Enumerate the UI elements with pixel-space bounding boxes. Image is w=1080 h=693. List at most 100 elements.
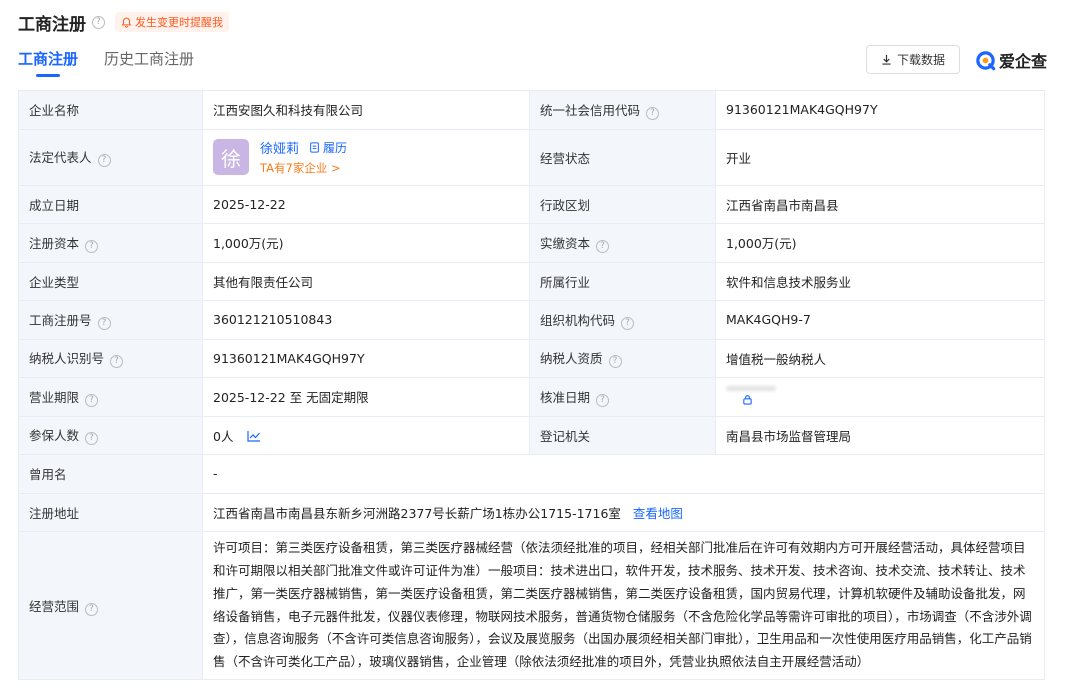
resume-label: 履历 [323,141,348,155]
logo-text: 爱企查 [999,52,1048,71]
approval-value-locked[interactable] [715,377,1045,417]
taxpayer-id-value: 91360121MAK4GQH97Y [202,338,530,378]
help-icon[interactable]: ? [85,602,99,616]
aiqicha-logo-icon [976,50,996,70]
document-icon [310,142,319,153]
section-title: 工商注册 [18,14,86,35]
help-icon[interactable]: ? [97,154,111,167]
approval-label-cell: 核准日期? [529,377,716,417]
aiqicha-logo: 爱企查 [975,48,1047,72]
paid-capital-label-cell: 实缴资本? [529,223,716,263]
founded-label: 成立日期 [18,184,203,224]
org-code-value: MAK4GQH9-7 [715,300,1045,340]
legal-rep-info: 徐娅莉 履历 TA有7家企业 > [260,138,347,176]
section-header: 工商注册 ? 发生变更时提醒我 [18,8,229,36]
help-icon[interactable]: ? [646,106,660,120]
insured-value: 0人 [213,428,234,444]
rep-companies-link[interactable]: TA有7家企业 > [260,160,347,176]
download-label: 下载数据 [896,53,945,67]
tab-history-registration[interactable]: 历史工商注册 [104,48,194,77]
avatar[interactable]: 徐 [213,139,249,175]
table-row: 注册资本? 1,000万(元) 实缴资本? 1,000万(元) [18,223,1045,263]
change-alert-label: 发生变更时提醒我 [135,16,223,29]
industry-label: 所属行业 [529,261,716,301]
resume-link[interactable]: 履历 [309,139,347,156]
legal-rep-name-row: 徐娅莉 履历 [260,138,347,157]
legal-rep-name-link[interactable]: 徐娅莉 [260,138,299,157]
industry-value: 软件和信息技术服务业 [715,261,1045,301]
taxpayer-id-label: 纳税人识别号 [29,351,105,367]
legal-rep-label-cell: 法定代表人? [18,128,203,186]
region-label: 行政区划 [529,184,716,224]
table-row: 经营范围? 许可项目：第三类医疗设备租赁，第三类医疗器械经营（依法须经批准的项目… [18,531,1045,680]
insured-label-cell: 参保人数? [18,415,203,455]
trend-chart-icon[interactable] [247,430,261,445]
tab-business-registration[interactable]: 工商注册 [18,48,78,77]
taxpayer-type-label: 纳税人资质 [540,351,603,367]
table-row: 曾用名 - [18,454,1045,494]
help-icon[interactable]: ? [85,239,99,253]
help-icon[interactable]: ? [596,393,610,407]
legal-rep: 徐 徐娅莉 履历 TA有7家企业 > [213,138,519,176]
help-icon[interactable]: ? [608,355,622,369]
org-code-label: 组织机构代码 [540,312,616,328]
scope-value: 许可项目：第三类医疗设备租赁，第三类医疗器械经营（依法须经批准的项目，经相关部门… [202,531,1045,680]
address-cell: 江西省南昌市南昌县东新乡河洲路2377号长薪广场1栋办公1715-1716室 查… [202,492,1045,532]
scope-label-cell: 经营范围? [18,531,203,680]
company-type-value: 其他有限责任公司 [202,261,530,301]
download-data-button[interactable]: 下载数据 [866,45,960,74]
help-icon[interactable]: ? [85,393,99,407]
address-value: 江西省南昌市南昌县东新乡河洲路2377号长薪广场1栋办公1715-1716室 [213,505,621,521]
blurred-bar [726,385,776,391]
lock-icon [726,393,753,408]
view-map-link[interactable]: 查看地图 [633,506,683,521]
term-label-cell: 营业期限? [18,377,203,417]
paid-capital-value: 1,000万(元) [715,223,1045,263]
help-icon[interactable]: ? [621,316,635,330]
table-row: 工商注册号? 360121210510843 组织机构代码? MAK4GQH9-… [18,300,1045,340]
help-icon[interactable]: ? [85,432,99,446]
company-name-value: 江西安图久和科技有限公司 [202,90,530,130]
reg-no-label: 工商注册号 [29,312,92,328]
paid-capital-label: 实缴资本 [540,235,591,251]
credit-code-label: 统一社会信用代码 [540,102,641,118]
founded-value: 2025-12-22 [202,184,530,224]
help-icon[interactable]: ? [97,316,111,330]
region-value: 江西省南昌市南昌县 [715,184,1045,224]
download-icon [882,54,891,65]
authority-value: 南昌县市场监督管理局 [715,415,1045,455]
taxpayer-id-label-cell: 纳税人识别号? [18,338,203,378]
table-row: 参保人数? 0人 登记机关 南昌县市场监督管理局 [18,415,1045,455]
term-label: 营业期限 [29,389,80,405]
table-row: 纳税人识别号? 91360121MAK4GQH97Y 纳税人资质? 增值税一般纳… [18,338,1045,378]
help-icon[interactable]: ? [92,15,105,29]
help-icon[interactable]: ? [596,239,610,253]
registration-table: 企业名称 江西安图久和科技有限公司 统一社会信用代码? 91360121MAK4… [18,90,1045,680]
table-row: 成立日期 2025-12-22 行政区划 江西省南昌市南昌县 [18,184,1045,224]
insured-cell: 0人 [202,415,530,455]
insured-label: 参保人数 [29,428,80,444]
status-label: 经营状态 [529,128,716,186]
taxpayer-type-label-cell: 纳税人资质? [529,338,716,378]
former-name-value: - [202,454,1045,494]
legal-rep-cell: 徐 徐娅莉 履历 TA有7家企业 > [202,128,530,186]
credit-code-label-cell: 统一社会信用代码? [529,90,716,130]
reg-capital-value: 1,000万(元) [202,223,530,263]
table-row: 注册地址 江西省南昌市南昌县东新乡河洲路2377号长薪广场1栋办公1715-17… [18,492,1045,532]
authority-label: 登记机关 [529,415,716,455]
reg-capital-label-cell: 注册资本? [18,223,203,263]
taxpayer-type-value: 增值税一般纳税人 [715,338,1045,378]
term-value: 2025-12-22 至 无固定期限 [202,377,530,417]
table-row: 企业名称 江西安图久和科技有限公司 统一社会信用代码? 91360121MAK4… [18,90,1045,130]
reg-no-label-cell: 工商注册号? [18,300,203,340]
blurred-date [726,385,1034,408]
reg-capital-label: 注册资本 [29,235,80,251]
reg-no-value: 360121210510843 [202,300,530,340]
change-alert-button[interactable]: 发生变更时提醒我 [115,12,229,32]
help-icon[interactable]: ? [110,355,124,369]
tab-bar: 工商注册 历史工商注册 [18,48,194,77]
credit-code-value: 91360121MAK4GQH97Y [715,90,1045,130]
status-value: 开业 [715,128,1045,186]
former-name-label: 曾用名 [18,454,203,494]
org-code-label-cell: 组织机构代码? [529,300,716,340]
